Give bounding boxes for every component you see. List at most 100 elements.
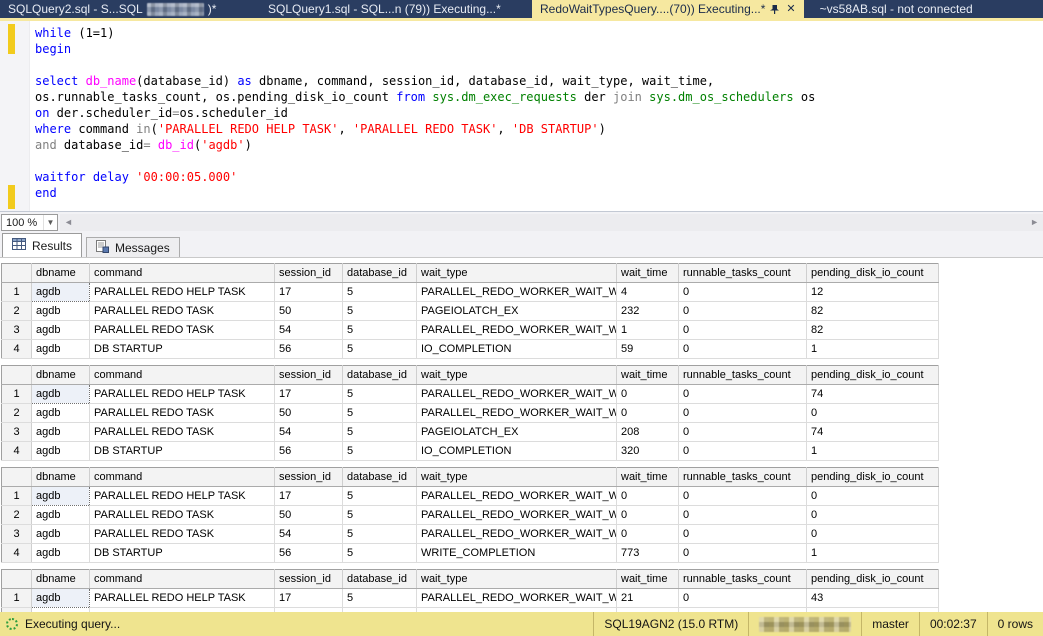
grid-cell[interactable]: 0: [617, 506, 679, 525]
row-number[interactable]: 1: [2, 283, 32, 302]
grid-cell[interactable]: 5: [343, 487, 417, 506]
grid-cell[interactable]: PARALLEL_REDO_WORKER_WAIT_WORK: [417, 385, 617, 404]
grid-cell[interactable]: 17: [275, 487, 343, 506]
grid-cell[interactable]: 208: [617, 423, 679, 442]
column-header-database_id[interactable]: database_id: [343, 570, 417, 589]
grid-cell[interactable]: DB STARTUP: [90, 340, 275, 359]
column-header-runnable_tasks_count[interactable]: runnable_tasks_count: [679, 264, 807, 283]
grid-cell[interactable]: 0: [807, 506, 939, 525]
column-header-pending_disk_io_count[interactable]: pending_disk_io_count: [807, 570, 939, 589]
column-header-command[interactable]: command: [90, 264, 275, 283]
column-header-wait_type[interactable]: wait_type: [417, 570, 617, 589]
column-header-pending_disk_io_count[interactable]: pending_disk_io_count: [807, 468, 939, 487]
column-header-runnable_tasks_count[interactable]: runnable_tasks_count: [679, 366, 807, 385]
grid-cell[interactable]: 74: [807, 423, 939, 442]
grid-cell[interactable]: PARALLEL_REDO_WORKER_WAIT_WORK: [417, 487, 617, 506]
column-header-command[interactable]: command: [90, 570, 275, 589]
grid-cell[interactable]: PARALLEL_REDO_WORKER_WAIT_WORK: [417, 506, 617, 525]
grid-cell[interactable]: 5: [343, 321, 417, 340]
grid-cell[interactable]: IO_COMPLETION: [417, 442, 617, 461]
grid-cell[interactable]: 0: [617, 404, 679, 423]
grid-cell[interactable]: PARALLEL REDO TASK: [90, 321, 275, 340]
row-number[interactable]: 3: [2, 423, 32, 442]
grid-cell[interactable]: 773: [617, 544, 679, 563]
grid-cell[interactable]: 1: [617, 321, 679, 340]
row-number[interactable]: 2: [2, 302, 32, 321]
sql-editor[interactable]: while (1=1)beginselect db_name(database_…: [0, 21, 1043, 211]
grid-cell[interactable]: 1: [807, 340, 939, 359]
grid-cell[interactable]: 0: [617, 487, 679, 506]
grid-cell[interactable]: 5: [343, 340, 417, 359]
grid-cell[interactable]: PARALLEL REDO TASK: [90, 423, 275, 442]
grid-cell[interactable]: agdb: [32, 404, 90, 423]
grid-cell[interactable]: agdb: [32, 506, 90, 525]
column-header-wait_type[interactable]: wait_type: [417, 366, 617, 385]
grid-cell[interactable]: agdb: [32, 321, 90, 340]
grid-cell[interactable]: 0: [679, 385, 807, 404]
column-header-dbname[interactable]: dbname: [32, 366, 90, 385]
row-number[interactable]: 1: [2, 589, 32, 608]
grid-cell[interactable]: PARALLEL REDO TASK: [90, 302, 275, 321]
grid-cell[interactable]: PARALLEL REDO TASK: [90, 525, 275, 544]
grid-cell[interactable]: 5: [343, 404, 417, 423]
row-number[interactable]: 3: [2, 321, 32, 340]
grid-cell[interactable]: 1: [807, 544, 939, 563]
row-number[interactable]: 1: [2, 385, 32, 404]
grid-cell[interactable]: 0: [679, 487, 807, 506]
grid-cell[interactable]: 5: [343, 302, 417, 321]
grid-cell[interactable]: 50: [275, 302, 343, 321]
grid-cell[interactable]: 0: [679, 302, 807, 321]
grid-cell[interactable]: 232: [617, 302, 679, 321]
grid-cell[interactable]: DB STARTUP: [90, 544, 275, 563]
grid-cell[interactable]: 21: [617, 589, 679, 608]
grid-cell[interactable]: PARALLEL REDO HELP TASK: [90, 283, 275, 302]
grid-cell[interactable]: 5: [343, 525, 417, 544]
row-number[interactable]: 4: [2, 340, 32, 359]
grid-cell[interactable]: PAGEIOLATCH_EX: [417, 423, 617, 442]
zoom-level-dropdown[interactable]: 100 % ▼: [1, 214, 58, 231]
tab-messages[interactable]: Messages: [86, 237, 180, 257]
row-number[interactable]: 3: [2, 525, 32, 544]
grid-cell[interactable]: 0: [679, 442, 807, 461]
grid-cell[interactable]: 5: [343, 544, 417, 563]
grid-cell[interactable]: 43: [807, 589, 939, 608]
grid-cell[interactable]: 56: [275, 340, 343, 359]
grid-cell[interactable]: IO_COMPLETION: [417, 340, 617, 359]
column-header-wait_time[interactable]: wait_time: [617, 366, 679, 385]
grid-cell[interactable]: PAGEIOLATCH_EX: [417, 302, 617, 321]
grid-cell[interactable]: 4: [617, 283, 679, 302]
column-header-pending_disk_io_count[interactable]: pending_disk_io_count: [807, 366, 939, 385]
grid-cell[interactable]: agdb: [32, 487, 90, 506]
grid-cell[interactable]: 17: [275, 589, 343, 608]
row-number[interactable]: 4: [2, 442, 32, 461]
grid-cell[interactable]: PARALLEL_REDO_WORKER_WAIT_WORK: [417, 525, 617, 544]
grid-cell[interactable]: WRITE_COMPLETION: [417, 544, 617, 563]
column-header-database_id[interactable]: database_id: [343, 366, 417, 385]
grid-cell[interactable]: 0: [617, 385, 679, 404]
column-header-database_id[interactable]: database_id: [343, 468, 417, 487]
grid-cell[interactable]: PARALLEL REDO TASK: [90, 404, 275, 423]
grid-cell[interactable]: 0: [679, 506, 807, 525]
grid-cell[interactable]: 1: [807, 442, 939, 461]
grid-cell[interactable]: DB STARTUP: [90, 442, 275, 461]
column-header-dbname[interactable]: dbname: [32, 264, 90, 283]
row-number[interactable]: 2: [2, 506, 32, 525]
close-icon[interactable]: ✕: [784, 4, 795, 15]
grid-cell[interactable]: 50: [275, 506, 343, 525]
chevron-down-icon[interactable]: ▼: [43, 215, 57, 230]
grid-cell[interactable]: 0: [679, 544, 807, 563]
corner-cell[interactable]: [2, 570, 32, 589]
grid-cell[interactable]: 0: [679, 321, 807, 340]
grid-cell[interactable]: 320: [617, 442, 679, 461]
grid-cell[interactable]: 59: [617, 340, 679, 359]
grid-cell[interactable]: 54: [275, 423, 343, 442]
grid-cell[interactable]: agdb: [32, 589, 90, 608]
grid-cell[interactable]: 12: [807, 283, 939, 302]
grid-cell[interactable]: 82: [807, 302, 939, 321]
grid-cell[interactable]: 0: [679, 423, 807, 442]
column-header-wait_type[interactable]: wait_type: [417, 264, 617, 283]
grid-cell[interactable]: 5: [343, 283, 417, 302]
grid-cell[interactable]: agdb: [32, 442, 90, 461]
column-header-wait_time[interactable]: wait_time: [617, 468, 679, 487]
grid-cell[interactable]: 0: [807, 404, 939, 423]
